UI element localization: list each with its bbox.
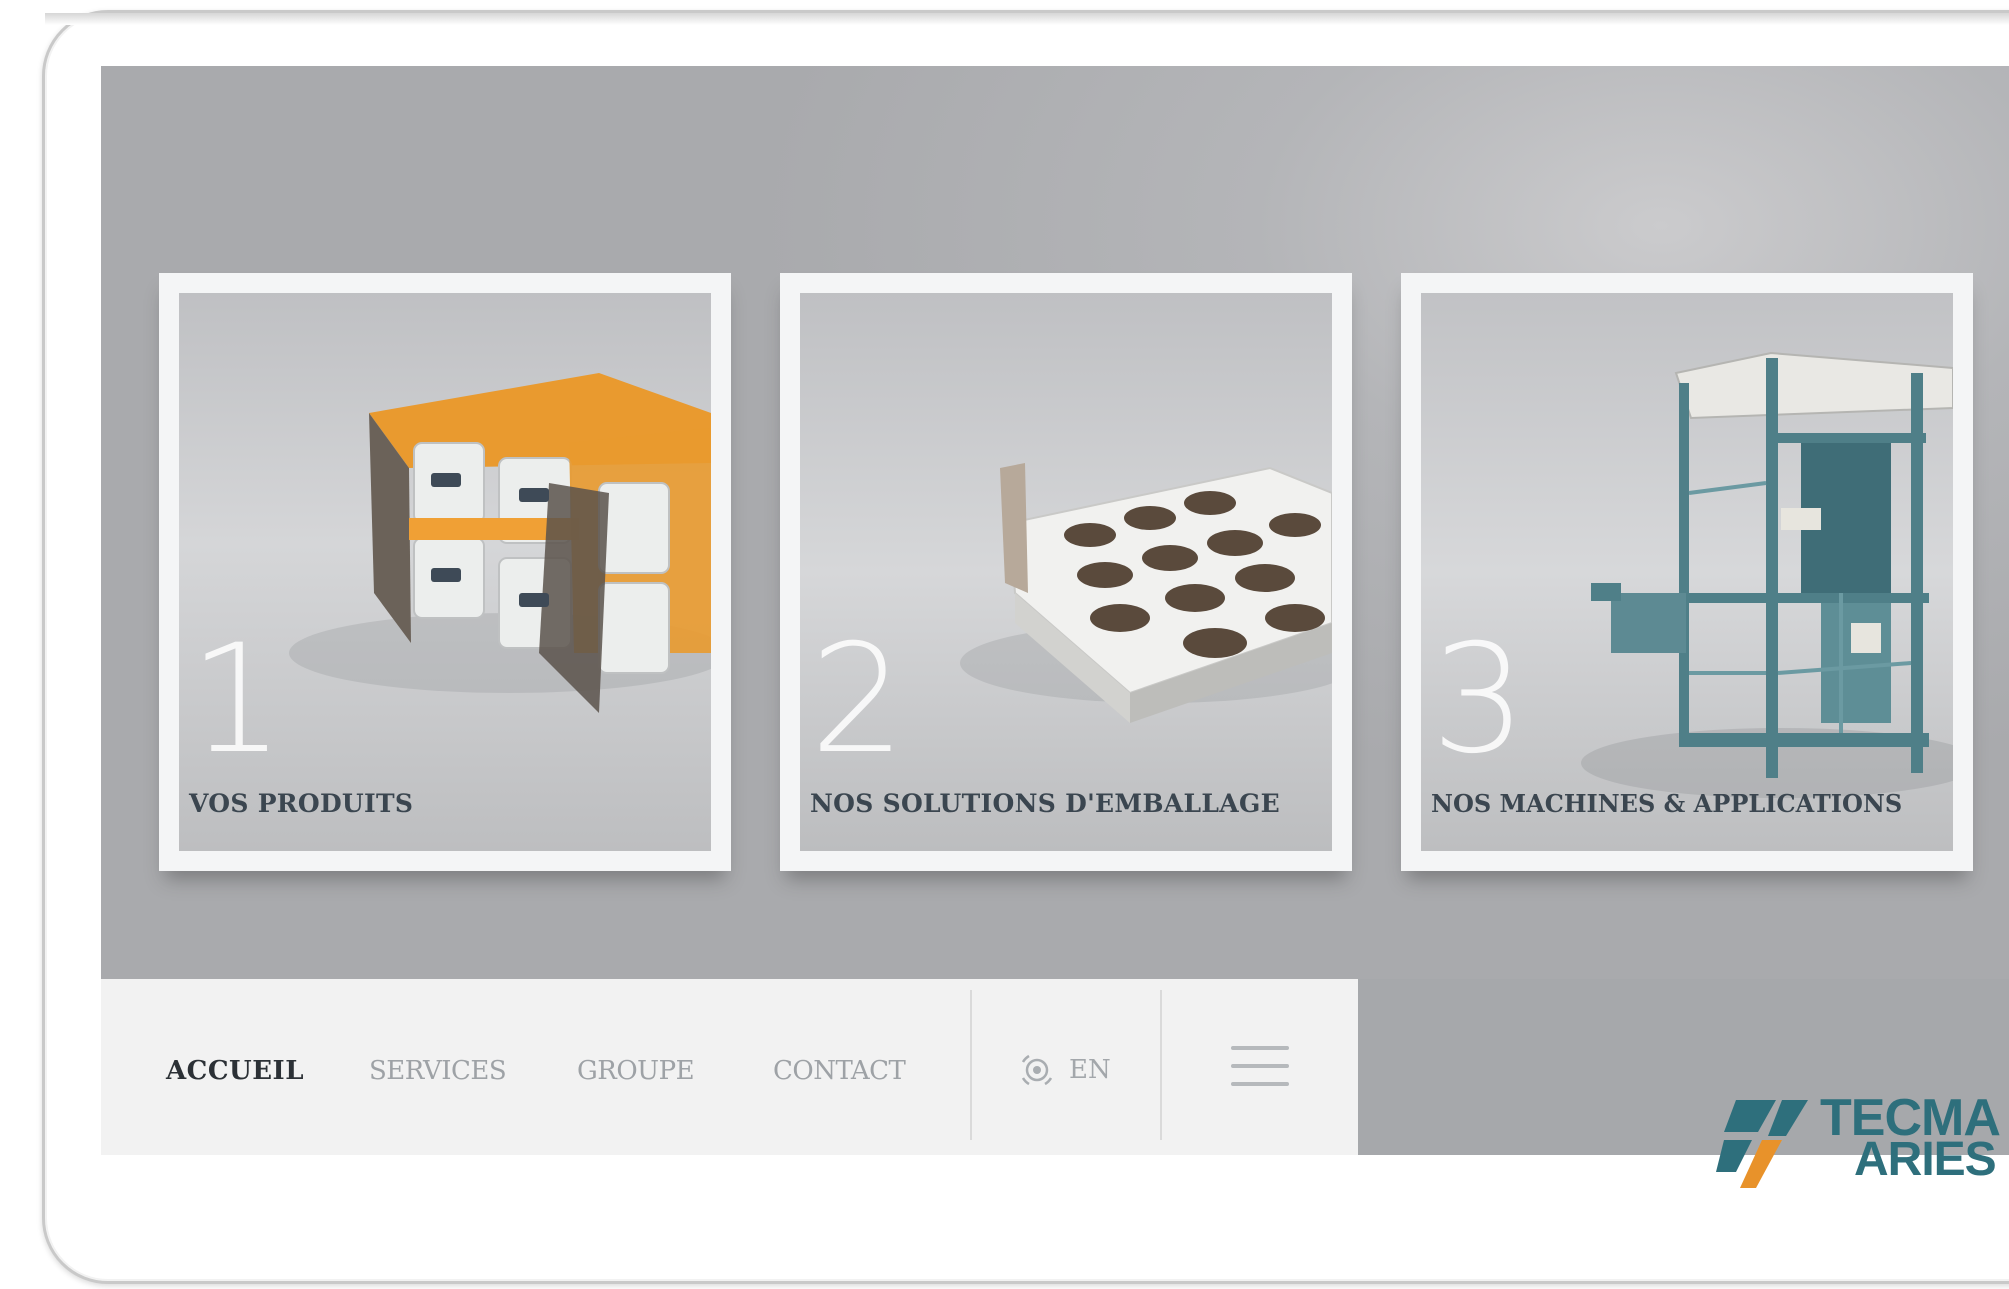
card-nos-machines-applications[interactable]: 3 NOS MACHINES & APPLICATIONS: [1401, 273, 1973, 871]
nav-separator: [1160, 990, 1162, 1140]
nav-item-groupe[interactable]: GROUPE: [577, 1056, 695, 1086]
hero-section: 1 VOS PRODUITS 2 NOS SOLUTIONS D'EMBALLA…: [101, 66, 2009, 1045]
tecma-aries-logo[interactable]: TECMA ARIES: [1716, 1092, 2006, 1188]
nav-item-contact[interactable]: CONTACT: [773, 1056, 906, 1086]
language-label: EN: [1069, 1055, 1111, 1085]
hamburger-menu-icon[interactable]: [1231, 1040, 1289, 1092]
card-number: 2: [810, 613, 905, 787]
language-switcher[interactable]: EN: [1015, 1048, 1111, 1092]
card-label: NOS SOLUTIONS D'EMBALLAGE: [810, 789, 1280, 818]
frame-highlight: [45, 13, 2009, 25]
card-label: VOS PRODUITS: [189, 789, 414, 818]
card-nos-solutions-emballage[interactable]: 2 NOS SOLUTIONS D'EMBALLAGE: [780, 273, 1352, 871]
card-label: NOS MACHINES & APPLICATIONS: [1431, 789, 1903, 818]
logo-mark-icon: [1716, 1100, 1808, 1188]
nav-item-services[interactable]: SERVICES: [369, 1056, 507, 1086]
nav-item-accueil[interactable]: ACCUEIL: [166, 1056, 304, 1086]
nav-separator: [970, 990, 972, 1140]
card-vos-produits[interactable]: 1 VOS PRODUITS: [159, 273, 731, 871]
logo-text-aries: ARIES: [1854, 1133, 1997, 1186]
card-number: 1: [189, 613, 284, 787]
card-number: 3: [1431, 613, 1526, 787]
globe-icon: [1021, 1054, 1053, 1086]
